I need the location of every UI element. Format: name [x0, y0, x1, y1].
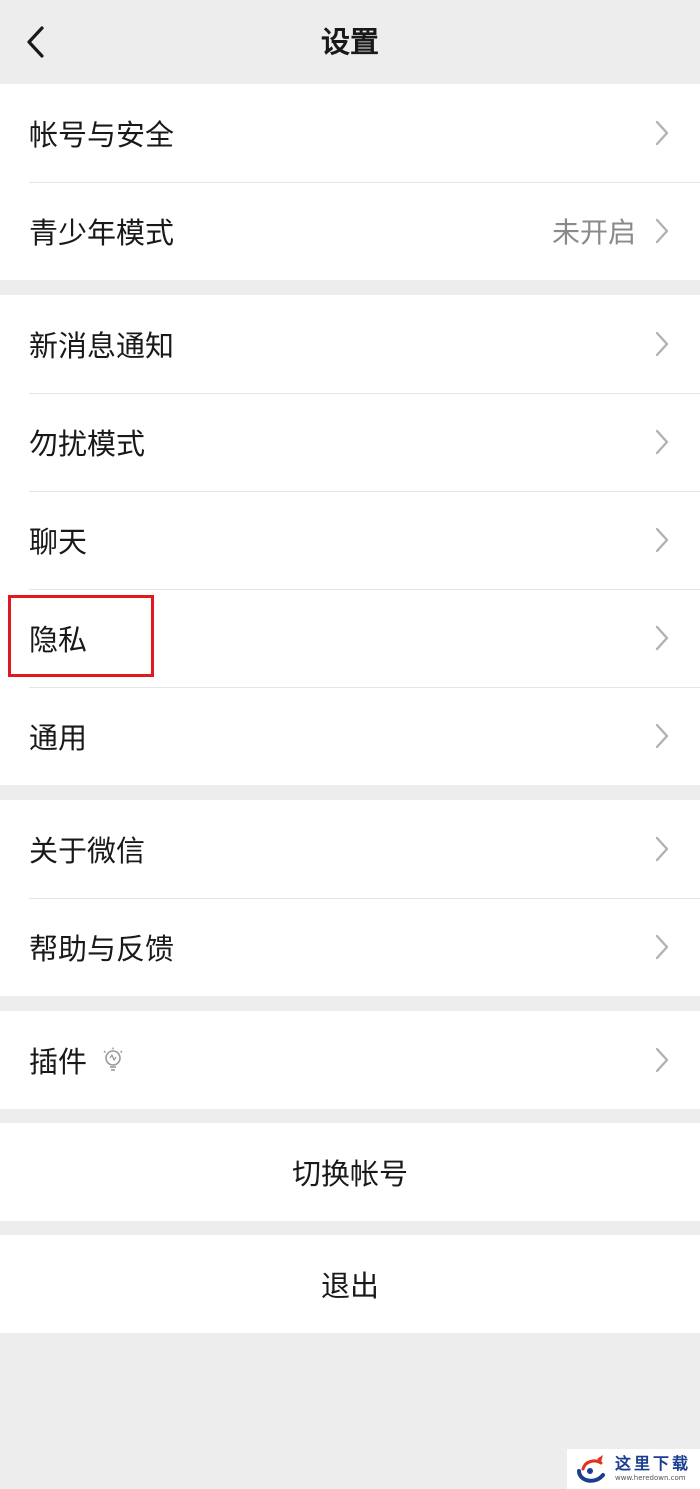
settings-item-account-security[interactable]: 帐号与安全 [0, 84, 700, 182]
watermark-title: 这里下载 [615, 1454, 692, 1473]
settings-item-label: 隐私 [29, 623, 88, 657]
settings-item-chat[interactable]: 聊天 [0, 491, 700, 589]
watermark: 这里下载 www.heredown.com [567, 1449, 700, 1489]
switch-account-button[interactable]: 切换帐号 [0, 1123, 700, 1221]
chevron-right-icon [655, 120, 669, 146]
chevron-right-icon [655, 527, 669, 553]
settings-item-label: 通用 [29, 721, 88, 755]
settings-item-label: 青少年模式 [29, 216, 175, 250]
settings-item-teen-mode[interactable]: 青少年模式 未开启 [0, 182, 700, 280]
settings-item-label: 关于微信 [29, 834, 146, 868]
chevron-right-icon [655, 1047, 669, 1073]
settings-item-label: 插件 [29, 1045, 88, 1079]
chevron-right-icon [655, 934, 669, 960]
settings-item-about-wechat[interactable]: 关于微信 [0, 800, 700, 898]
settings-group-plugins: 插件 [0, 1011, 700, 1109]
settings-item-general[interactable]: 通用 [0, 687, 700, 785]
teen-mode-status: 未开启 [551, 216, 636, 249]
lightbulb-icon [103, 1047, 123, 1071]
settings-item-label: 帮助与反馈 [29, 932, 175, 966]
settings-group-account: 帐号与安全 青少年模式 未开启 [0, 84, 700, 280]
settings-item-plugins[interactable]: 插件 [0, 1011, 700, 1109]
settings-item-label: 聊天 [29, 525, 88, 559]
settings-item-label: 勿扰模式 [29, 427, 146, 461]
settings-group-general: 新消息通知 勿扰模式 聊天 隐私 通用 [0, 295, 700, 785]
settings-item-label: 帐号与安全 [29, 118, 175, 152]
settings-group-about: 关于微信 帮助与反馈 [0, 800, 700, 996]
settings-item-help-feedback[interactable]: 帮助与反馈 [0, 898, 700, 996]
watermark-logo-icon [577, 1455, 605, 1483]
chevron-right-icon [655, 218, 669, 244]
chevron-right-icon [655, 723, 669, 749]
chevron-right-icon [655, 625, 669, 651]
page-title: 设置 [320, 25, 379, 59]
watermark-url: www.heredown.com [615, 1474, 686, 1482]
nav-bar: 设置 [0, 0, 700, 84]
chevron-right-icon [655, 331, 669, 357]
settings-item-label: 新消息通知 [29, 329, 175, 363]
settings-item-notifications[interactable]: 新消息通知 [0, 295, 700, 393]
chevron-right-icon [655, 836, 669, 862]
logout-button[interactable]: 退出 [0, 1235, 700, 1333]
settings-item-do-not-disturb[interactable]: 勿扰模式 [0, 393, 700, 491]
settings-item-privacy[interactable]: 隐私 [0, 589, 700, 687]
chevron-right-icon [655, 429, 669, 455]
